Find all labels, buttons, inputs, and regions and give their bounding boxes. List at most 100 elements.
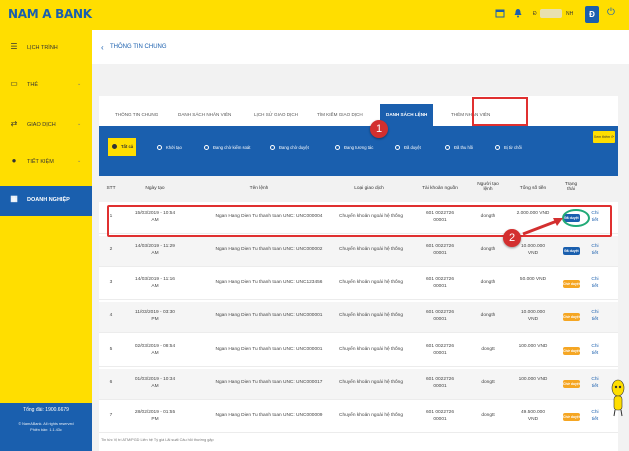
filter-rejected[interactable]: Bị từ chối <box>495 145 522 151</box>
col-stt: STT <box>106 186 116 191</box>
cell-stt: 4 <box>103 313 119 320</box>
cell-amount-text: VND <box>527 316 539 322</box>
cell-creator: dongth <box>475 247 501 254</box>
detail-link[interactable]: Chi tiết <box>588 244 602 257</box>
cell-date: 14/03/2019 - 11:16 AM <box>129 277 181 290</box>
bell-icon[interactable] <box>512 8 524 20</box>
cell-name: Ngan Hang Dien Tu thanh toan UNC: UNC000… <box>199 247 339 254</box>
footer-links[interactable]: Tin tức Vị trí ATM/PGD Liên hệ Tỷ giá Lã… <box>101 438 214 442</box>
cell-amount: 10.000.000 VND <box>509 310 557 323</box>
detail-link[interactable]: Chi tiết <box>588 310 602 323</box>
detail-link-line1[interactable]: Chi <box>591 344 598 349</box>
detail-link[interactable]: Chi tiết <box>588 344 602 357</box>
table-row[interactable]: 7 28/02/2019 - 01:55 PM Ngan Hang Dien Tu t… <box>99 402 618 433</box>
cell-stt-text: 4 <box>109 313 113 318</box>
step-1-marker: 1 <box>370 120 388 138</box>
detail-link-line2[interactable]: tiết <box>592 251 598 256</box>
sidebar-item-card[interactable]: ▭ THẺ ⌄ <box>0 71 92 101</box>
chevron-down-icon: ⌄ <box>77 158 82 164</box>
detail-link[interactable]: Chi tiết <box>588 377 602 390</box>
filter-initiated[interactable]: Khởi tạo <box>157 145 182 151</box>
sidebar-item-label: THẺ <box>27 82 38 88</box>
cell-amount: 100.000 VND <box>509 344 557 351</box>
building-icon: ▦ <box>10 194 18 203</box>
cell-amount-text: 10.000.000 <box>520 310 545 315</box>
cell-type-text: Chuyển khoản ngoài hệ thống <box>338 347 403 352</box>
cell-account: 601 0022726 00001 <box>415 410 465 423</box>
cell-type: Chuyển khoản ngoài hệ thống <box>335 280 407 287</box>
sidebar-item-business[interactable]: ▦ DOANH NGHIỆP <box>0 186 92 216</box>
cell-creator-text: dongth <box>480 313 496 318</box>
cell-amount-text: 49.500.000 <box>520 410 545 415</box>
status-badge: Chờ duyệt <box>563 413 580 421</box>
filter-approved[interactable]: Đã duyệt <box>395 145 421 151</box>
cell-account-text: 00001 <box>433 283 447 289</box>
cell-type-text: Chuyển khoản ngoài hệ thống <box>338 380 403 385</box>
detail-link[interactable]: Chi tiết <box>588 277 602 290</box>
table-row[interactable]: 6 01/03/2019 - 10:34 AM Ngan Hang Dien Tu t… <box>99 369 618 400</box>
detail-link-line2[interactable]: tiết <box>592 417 598 422</box>
table-row[interactable]: 3 14/03/2019 - 11:16 AM Ngan Hang Dien Tu t… <box>99 269 618 300</box>
sidebar-footer: Tổng đài: 1900.6679 © NamABank. All righ… <box>0 403 92 451</box>
filter-pending-control[interactable]: Đang chờ kiểm soát <box>204 145 250 151</box>
cell-amount: 50.000 VND <box>509 277 557 284</box>
cell-date-text: 14/03/2019 - 11:16 <box>135 277 175 282</box>
avatar[interactable]: Đ <box>585 6 599 23</box>
detail-link[interactable]: Chi tiết <box>588 410 602 423</box>
col-account: Tài khoản nguồn <box>422 186 458 191</box>
more-button[interactable]: Xem thêm ⟳ <box>593 131 615 143</box>
detail-link-line1[interactable]: Chi <box>591 277 598 282</box>
sidebar-item-schedule[interactable]: ☰ LỊCH TRÌNH <box>0 34 92 64</box>
filter-label: Khởi tạo <box>166 145 182 150</box>
filter-all[interactable]: Tất cả <box>108 138 136 156</box>
table-row[interactable]: 4 11/03/2019 - 03:30 PM Ngan Hang Dien Tu t… <box>99 302 618 333</box>
detail-link-line1[interactable]: Chi <box>591 410 598 415</box>
sidebar-item-transaction[interactable]: ⇄ GIAO DỊCH ⌄ <box>0 111 92 141</box>
cell-type: Chuyển khoản ngoài hệ thống <box>335 380 407 387</box>
detail-link-line1[interactable]: Chi <box>591 310 598 315</box>
cell-stt-text: 7 <box>109 413 113 418</box>
filter-label: Đã duyệt <box>404 145 421 150</box>
user-name-suffix: NH <box>566 11 574 17</box>
detail-link-line2[interactable]: tiết <box>592 351 598 356</box>
cell-creator-text: dongtt <box>481 347 495 352</box>
radio-icon <box>445 145 450 151</box>
bank-logo[interactable]: NAM A BANK <box>8 7 92 21</box>
cell-account-text: 601 0022726 <box>425 244 454 249</box>
filter-interacting[interactable]: Đang tương tác <box>335 145 373 151</box>
transaction-icon: ⇄ <box>10 119 18 128</box>
hotline: Tổng đài: 1900.6679 <box>23 407 69 413</box>
filter-pending-approval[interactable]: Đang chờ duyệt <box>270 145 309 151</box>
radio-icon <box>395 145 400 151</box>
cell-type: Chuyển khoản ngoài hệ thống <box>335 413 407 420</box>
table-row[interactable]: 2 14/03/2019 - 11:29 AM Ngan Hang Dien Tu t… <box>99 236 618 267</box>
cell-date: 01/03/2019 - 10:34 AM <box>129 377 181 390</box>
sidebar-item-savings[interactable]: ● TIẾT KIỆM ⌄ <box>0 148 92 178</box>
power-icon[interactable]: ⏻ <box>607 7 615 18</box>
user-name-prefix: Đ <box>533 11 537 17</box>
filter-label: Bị từ chối <box>504 145 522 150</box>
detail-link-line1[interactable]: Chi <box>591 377 598 382</box>
cell-stt: 7 <box>103 413 119 420</box>
cell-account-text: 601 0022726 <box>425 377 454 382</box>
cell-name: Ngan Hang Dien Tu thanh toan UNC: UNC000… <box>199 313 339 320</box>
back-icon[interactable]: ‹ <box>101 43 104 52</box>
cell-creator-text: dongtt <box>481 413 495 418</box>
detail-link-line1[interactable]: Chi <box>591 244 598 249</box>
status-filter-bar: Tất cả Khởi tạo Đang chờ kiểm soát Đang … <box>99 126 618 176</box>
cell-name-text: Ngan Hang Dien Tu thanh toan UNC: UNC000… <box>215 247 323 252</box>
calendar-icon[interactable] <box>494 8 506 20</box>
table-row[interactable]: 5 02/03/2019 - 08:54 AM Ngan Hang Dien Tu t… <box>99 336 618 367</box>
page-header: ‹ THÔNG TIN CHUNG <box>92 30 629 64</box>
version-text: Phiên bản: 1.1.43c <box>30 428 62 432</box>
cell-date-text: 14/03/2019 - 11:29 <box>135 244 175 249</box>
cell-stt-text: 5 <box>109 347 113 352</box>
cell-date-text: 01/03/2019 - 10:34 <box>134 377 176 382</box>
filter-revoked[interactable]: Đã thu hồi <box>445 145 473 151</box>
cell-date-text: AM <box>151 250 159 256</box>
cell-stt: 6 <box>103 380 119 387</box>
detail-link-line2[interactable]: tiết <box>592 384 598 389</box>
detail-link-line2[interactable]: tiết <box>592 284 598 289</box>
detail-link-line2[interactable]: tiết <box>592 317 598 322</box>
cell-name: Ngan Hang Dien Tu thanh toan UNC: UNC123… <box>199 280 339 287</box>
